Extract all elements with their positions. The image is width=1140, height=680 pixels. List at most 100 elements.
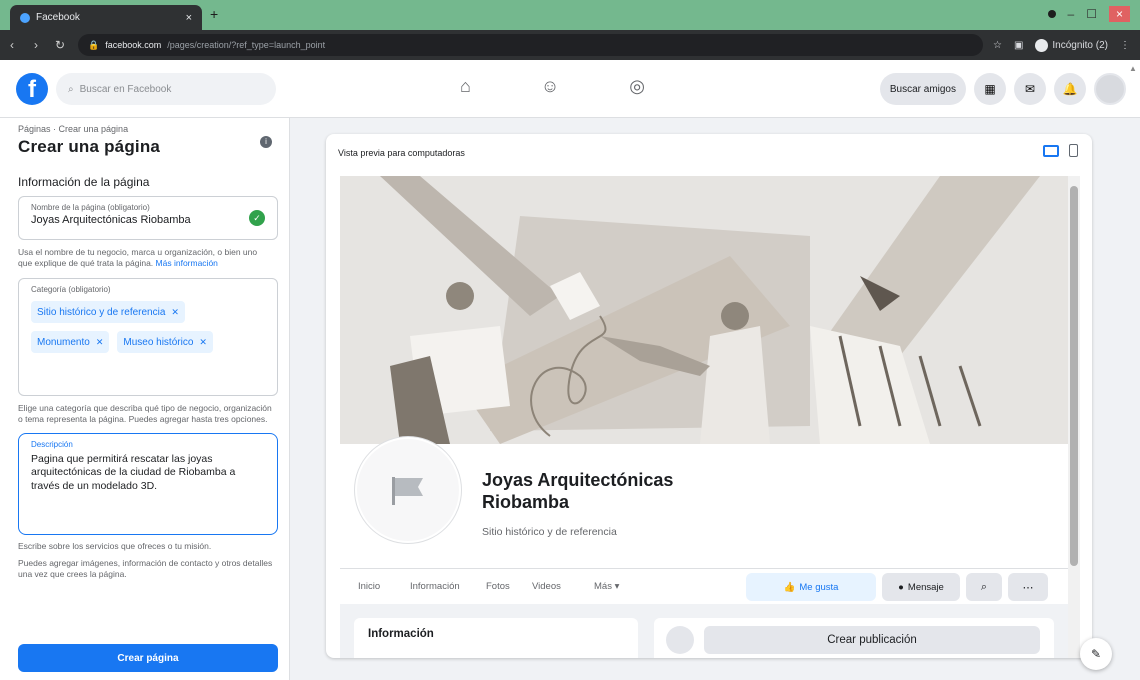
remove-chip-icon[interactable]: ✕ [171,307,179,318]
breadcrumb[interactable]: Páginas · Crear una página [18,124,277,134]
minimize-button[interactable]: – [1068,7,1075,21]
mobile-view-icon[interactable] [1069,144,1078,157]
page-name-line2: Riobamba [482,491,570,512]
description-value[interactable]: Pagina que permitirá rescatar las joyas … [31,453,256,494]
info-icon[interactable]: i [260,136,272,148]
device-toggle [1043,144,1078,157]
search-placeholder: Buscar en Facebook [79,83,172,95]
profile-picture [354,436,462,544]
groups-icon[interactable]: ◎ [629,76,645,97]
incognito-indicator[interactable]: Incógnito (2) [1035,38,1108,52]
browser-menu-icon[interactable]: ⋮ [1120,40,1130,51]
lock-icon: 🔒 [88,39,100,50]
page-name-heading: Joyas Arquitectónicas Riobamba [482,470,673,513]
remove-chip-icon[interactable]: ✕ [199,337,207,348]
page-title: Crear una página [18,137,161,156]
tab-info[interactable]: Información [410,581,460,592]
tab-photos[interactable]: Fotos [486,581,510,592]
reload-icon[interactable]: ↻ [48,38,72,52]
category-help: Elige una categoría que describa qué tip… [18,403,272,424]
back-icon[interactable]: ‹ [0,38,24,52]
bookmark-star-icon[interactable]: ☆ [993,40,1002,51]
incognito-icon [1035,38,1049,52]
notifications-bell-icon[interactable]: 🔔 [1054,73,1086,105]
category-chip[interactable]: Museo histórico ✕ [117,331,213,354]
url-path: /pages/creation/?ref_type=launch_point [167,40,326,50]
page-name-value[interactable]: Joyas Arquitectónicas Riobamba [31,214,265,226]
tab-videos[interactable]: Videos [532,581,561,592]
browser-tab-bar: Facebook × + – ☐ × [0,0,1140,30]
preview-header: Vista previa para computadoras [338,148,465,158]
facebook-logo[interactable]: f [16,73,48,105]
description-help: Escribe sobre los servicios que ofreces … [18,540,212,551]
new-tab-button[interactable]: + [210,6,218,22]
scrollbar-thumb[interactable] [1070,186,1078,566]
more-options-icon[interactable]: ⋯ [1008,573,1048,601]
create-page-form-panel: Páginas · Crear una página Crear una pág… [0,118,290,680]
category-chip-label: Museo histórico [123,336,194,348]
message-button[interactable]: ● Mensaje [882,573,960,601]
remove-chip-icon[interactable]: ✕ [96,337,104,348]
page-search-icon[interactable]: ⌕ [966,573,1002,601]
menu-grid-icon[interactable]: ▦ [974,73,1006,105]
center-nav: ⌂ ☺ ◎ [460,76,645,97]
create-post-card: Crear publicación [654,618,1054,658]
window-controls: – ☐ × [1047,6,1130,22]
category-chip[interactable]: Monumento ✕ [31,331,110,354]
tab-home[interactable]: Inicio [358,581,380,592]
forward-icon[interactable]: › [24,38,48,52]
messenger-icon[interactable]: ✉ [1014,73,1046,105]
find-friends-button[interactable]: Buscar amigos [879,73,966,105]
page-name-line1: Joyas Arquitectónicas [482,470,674,490]
profile-picture-placeholder [357,439,459,541]
incognito-label: Incógnito (2) [1052,39,1108,51]
browser-tab[interactable]: Facebook × [10,5,202,30]
account-avatar[interactable] [1094,73,1126,105]
compose-edit-icon[interactable]: ✎ [1080,638,1112,670]
category-label: Categoría (obligatorio) [31,285,111,295]
check-icon: ✓ [249,210,265,226]
info-card-title: Información [368,628,434,640]
category-chip-label: Monumento [37,336,90,348]
like-button[interactable]: 👍 Me gusta [746,573,876,601]
facebook-search-input[interactable]: ⌕ Buscar en Facebook [56,73,276,105]
preview-scrollbar[interactable] [1068,176,1080,658]
category-chip-label: Sitio histórico y de referencia [37,306,166,318]
preview-page: Joyas Arquitectónicas Riobamba Sitio his… [340,176,1080,658]
page-category: Sitio histórico y de referencia [482,526,617,538]
friends-icon[interactable]: ☺ [541,76,559,97]
extensions-icon[interactable]: ▣ [1014,40,1023,51]
tab-title: Facebook [36,12,80,23]
browser-actions: ☆ ▣ Incógnito (2) ⋮ [983,38,1140,52]
category-chips: Sitio histórico y de referencia ✕ Monumen… [31,301,265,354]
section-title: Información de la página [18,175,150,189]
description-label: Descripción [31,439,73,449]
messenger-icon: ● [898,581,904,593]
category-chip[interactable]: Sitio histórico y de referencia ✕ [31,301,185,324]
desktop-view-icon[interactable] [1043,144,1059,157]
page-tabs: Inicio Información Fotos Videos Más ▾ 👍 … [340,568,1068,604]
url-field[interactable]: 🔒 facebook.com/pages/creation/?ref_type=… [78,34,983,56]
tab-more[interactable]: Más ▾ [594,581,619,592]
page-name-help-text: Usa el nombre de tu negocio, marca u org… [18,247,258,268]
home-icon[interactable]: ⌂ [460,76,471,97]
right-nav: Buscar amigos ▦ ✉ 🔔 [879,73,1126,105]
thumbs-up-icon: 👍 [783,581,796,593]
desktop-preview-panel: Vista previa para computadoras Joyas Arq… [326,134,1092,658]
maximize-button[interactable]: ☐ [1086,7,1097,21]
description-field[interactable]: Descripción Pagina que permitirá rescata… [18,432,278,535]
page-name-label: Nombre de la página (obligatorio) [31,203,150,212]
page-scroll-up-icon[interactable]: ▲ [1129,64,1137,73]
message-label: Mensaje [907,581,944,593]
bottom-help: Puedes agregar imágenes, información de … [18,557,273,580]
create-page-button[interactable]: Crear página [18,644,278,672]
create-post-button[interactable]: Crear publicación [704,626,1040,654]
page-name-field[interactable]: Nombre de la página (obligatorio) Joyas … [18,196,278,240]
search-icon: ⌕ [68,83,74,95]
more-info-link[interactable]: Más información [156,258,218,268]
address-bar-row: ‹ › ↻ 🔒 facebook.com/pages/creation/?ref… [0,30,1140,60]
category-field[interactable]: Categoría (obligatorio) Sitio histórico … [18,278,278,397]
tab-close-icon[interactable]: × [186,12,192,24]
facebook-top-nav: f ⌕ Buscar en Facebook ⌂ ☺ ◎ Buscar amig… [0,60,1140,118]
close-window-button[interactable]: × [1108,6,1130,22]
